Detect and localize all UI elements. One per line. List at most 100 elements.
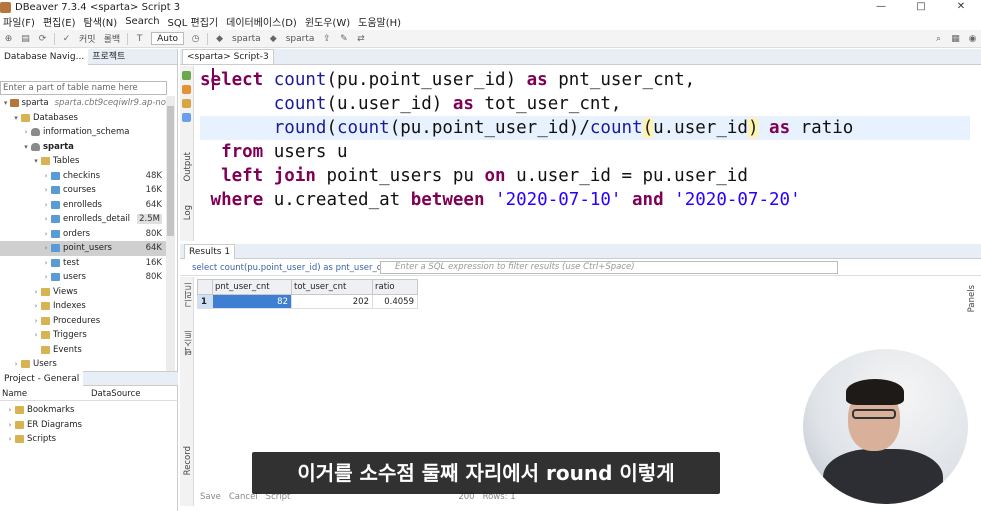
expand-icon[interactable]: ▾ [2,99,9,107]
expand-icon[interactable]: › [6,421,14,429]
tree-item-sparta[interactable]: ▾ sparta sparta.cbt9ceqiwlr9.ap-no [0,96,166,111]
expand-icon[interactable]: › [42,244,50,252]
tree-item-databases[interactable]: ▾ Databases [0,111,166,126]
table-row[interactable]: 1 82 202 0.4059 [197,294,418,309]
project-item-scripts[interactable]: › Scripts [0,432,178,447]
new-connection-icon[interactable]: ⊕ [2,33,15,45]
navigator-scrollbar[interactable] [166,96,175,386]
active-schema-select[interactable]: sparta [286,34,315,44]
expand-icon[interactable]: ▾ [12,114,20,122]
col-header-ratio[interactable]: ratio [372,279,418,295]
tree-item-events[interactable]: Events [0,343,166,358]
code-line[interactable]: select count(pu.point_user_id) as pnt_us… [200,68,970,92]
expand-icon[interactable]: › [12,360,20,368]
execute-statement-icon[interactable] [182,71,191,80]
menu-file[interactable]: 파일(F) [0,14,40,29]
menu-navigate[interactable]: 탐색(N) [81,14,123,29]
tree-item-checkins[interactable]: › checkins 48K [0,169,166,184]
code-line[interactable]: left join point_users pu on u.user_id = … [200,164,970,188]
expand-icon[interactable]: › [6,406,14,414]
close-button[interactable]: ✕ [941,0,981,14]
cell-tot-user-cnt[interactable]: 202 [291,294,373,309]
menu-edit[interactable]: 편집(E) [40,14,81,29]
tree-item-orders[interactable]: › orders 80K [0,227,166,242]
expand-icon[interactable]: ▾ [32,157,40,165]
results-filter-input[interactable]: Enter a SQL expression to filter results… [380,261,838,274]
expand-icon[interactable]: › [42,215,50,223]
expand-icon[interactable]: › [32,317,40,325]
tree-item-views[interactable]: › Views [0,285,166,300]
scrollbar-thumb[interactable] [167,106,174,236]
link-icon[interactable]: ⇄ [354,33,367,45]
upload-icon[interactable]: ⇪ [320,33,333,45]
active-datasource-select[interactable]: sparta [232,34,261,44]
perspective-icon[interactable]: ▦ [949,33,962,45]
expand-icon[interactable]: › [42,172,50,180]
commit-icon[interactable]: ✓ [60,33,73,45]
tree-item-triggers[interactable]: › Triggers [0,328,166,343]
expand-icon[interactable]: › [42,201,50,209]
tab-project-general[interactable]: Project - General [0,370,84,387]
menu-help[interactable]: 도움말(H) [355,14,406,29]
refresh-icon[interactable]: ⟳ [36,33,49,45]
save-button[interactable]: Save [200,492,221,502]
tree-item-users[interactable]: › users 80K [0,270,166,285]
tree-item-indexes[interactable]: › Indexes [0,299,166,314]
expand-icon[interactable]: › [32,302,40,310]
tree-item-enrolleds[interactable]: › enrolleds 64K [0,198,166,213]
dbeaver-perspective-icon[interactable]: ◉ [966,33,979,45]
expand-icon[interactable]: › [22,128,30,136]
expand-icon[interactable]: › [42,230,50,238]
menu-sql-editor[interactable]: SQL 편집기 [165,14,224,29]
tree-item-sparta[interactable]: ▾ sparta [0,140,166,155]
col-header-pnt-user-cnt[interactable]: pnt_user_cnt [212,279,292,295]
tab-sql-script[interactable]: <sparta> Script-3 [182,49,274,64]
transaction-mode-select[interactable]: Auto [151,32,185,45]
tree-item-courses[interactable]: › courses 16K [0,183,166,198]
grid-view-label[interactable]: 그리드 [183,282,195,308]
search-icon[interactable]: ⌕ [932,33,945,45]
tools-icon[interactable]: ✎ [337,33,350,45]
commit-button[interactable]: 커밋 [79,32,96,45]
code-line[interactable]: from users u [200,140,970,164]
record-view-label[interactable]: Record [183,446,193,475]
code-line[interactable]: count(u.user_id) as tot_user_cnt, [200,92,970,116]
expand-icon[interactable]: › [42,273,50,281]
transaction-mode-icon[interactable]: T [133,33,146,45]
expand-icon[interactable]: › [32,288,40,296]
maximize-button[interactable]: □ [901,0,941,14]
tab-projects[interactable]: 프로젝트 [88,49,129,65]
tree-item-test[interactable]: › test 16K [0,256,166,271]
code-line[interactable]: round(count(pu.point_user_id)/count(u.us… [200,116,970,140]
tree-item-procedures[interactable]: › Procedures [0,314,166,329]
execute-script-icon[interactable] [182,85,191,94]
menu-window[interactable]: 윈도우(W) [302,14,355,29]
explain-plan-icon[interactable] [182,99,191,108]
tab-results-1[interactable]: Results 1 [184,243,236,259]
expand-icon[interactable]: › [32,331,40,339]
sql-editor[interactable]: select count(pu.point_user_id) as pnt_us… [200,68,970,228]
history-icon[interactable]: ◷ [189,33,202,45]
cell-ratio[interactable]: 0.4059 [372,294,418,309]
panels-label[interactable]: Panels [967,285,977,312]
table-filter-input[interactable]: Enter a part of table name here [0,81,167,95]
expand-icon[interactable]: ▾ [22,143,30,151]
rollback-button[interactable]: 롤백 [104,32,121,45]
col-header-tot-user-cnt[interactable]: tot_user_cnt [291,279,373,295]
tree-item-enrolleds-detail[interactable]: › enrolleds_detail 2.5M [0,212,166,227]
expand-icon[interactable]: › [42,259,50,267]
log-tab-label[interactable]: Log [183,205,193,220]
project-item-er-diagrams[interactable]: › ER Diagrams [0,418,178,433]
minimize-button[interactable]: — [861,0,901,14]
tree-item-information-schema[interactable]: › information_schema [0,125,166,140]
expand-icon[interactable]: › [42,186,50,194]
menu-search[interactable]: Search [122,16,164,27]
new-script-icon[interactable] [182,113,191,122]
cell-pnt-user-cnt[interactable]: 82 [212,294,292,309]
tree-item-users[interactable]: › Users [0,357,166,372]
project-item-bookmarks[interactable]: › Bookmarks [0,403,178,418]
tab-database-navigator[interactable]: Database Navig... [0,48,89,65]
row-number[interactable]: 1 [197,294,213,309]
tree-item-tables[interactable]: ▾ Tables [0,154,166,169]
sql-editor-icon[interactable]: ▤ [19,33,32,45]
